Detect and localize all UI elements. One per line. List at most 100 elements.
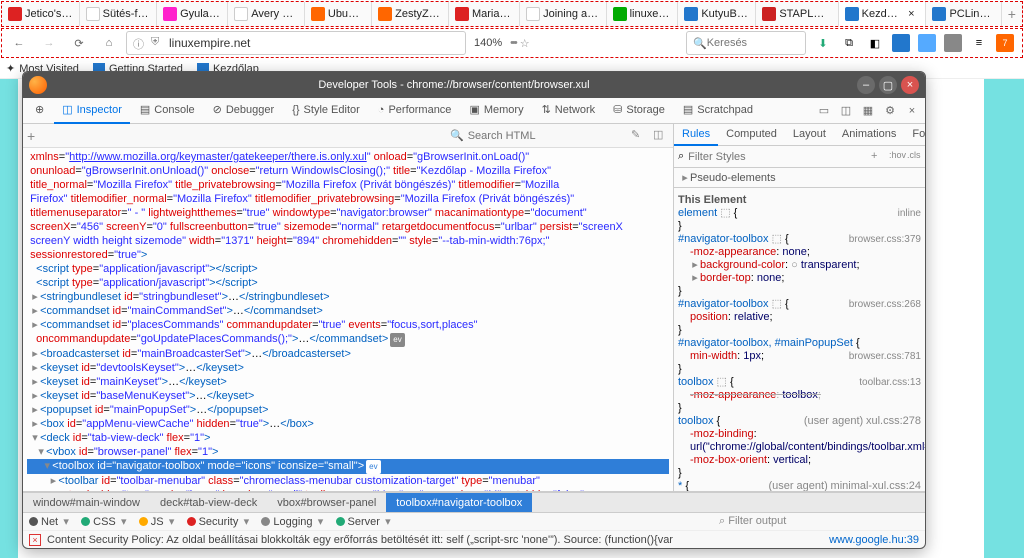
add-node-button[interactable]: + — [27, 128, 47, 144]
tab-style-editor[interactable]: {}Style Editor — [284, 98, 368, 124]
search-box[interactable]: 🔍 — [686, 31, 806, 55]
rtab-computed[interactable]: Computed — [718, 124, 785, 146]
forward-button[interactable]: → — [36, 31, 62, 55]
home-button[interactable]: ⌂ — [96, 31, 122, 55]
library-icon[interactable]: ⧉ — [840, 34, 858, 52]
bookmark-star-icon[interactable]: ☆ — [520, 37, 530, 50]
close-button[interactable]: × — [901, 76, 919, 94]
rtab-rules[interactable]: Rules — [674, 124, 718, 146]
camera-icon: ▣ — [469, 103, 479, 116]
tab-4[interactable]: Ubuntu t — [305, 2, 372, 26]
funnel-icon: ⌕ — [678, 150, 684, 163]
filter-server[interactable]: Server ▾ — [336, 515, 393, 528]
ext-count-badge[interactable]: 7 — [996, 34, 1014, 52]
new-tab-button[interactable]: + — [1002, 6, 1022, 22]
url-input[interactable] — [169, 36, 459, 50]
tab-11[interactable]: Kezdőlap× — [839, 2, 927, 26]
url-bar[interactable]: ⓘ ⛨ — [126, 31, 466, 55]
downloads-icon[interactable]: ⬇ — [814, 34, 832, 52]
hov-toggle[interactable]: :hov — [889, 150, 903, 164]
dock-icon[interactable]: ▦ — [859, 102, 877, 120]
tab-8[interactable]: linuxempi — [607, 2, 679, 26]
console-filter[interactable]: ⌕ Filter output — [719, 515, 919, 528]
pick-element-button[interactable]: ⊕ — [27, 98, 52, 124]
filter-styles-input[interactable] — [688, 151, 867, 163]
crumb-1[interactable]: deck#tab-view-deck — [150, 493, 267, 513]
tab-7[interactable]: Joining an Io — [520, 2, 606, 26]
add-rule-icon[interactable]: + — [871, 150, 885, 164]
filter-net[interactable]: Net ▾ — [29, 515, 71, 528]
close-devtools-icon[interactable]: × — [903, 102, 921, 120]
html-search-input[interactable] — [468, 130, 620, 142]
zoom-level[interactable]: 140% — [470, 37, 506, 49]
search-icon: 🔍 — [693, 37, 707, 50]
filter-logging[interactable]: Logging ▾ — [261, 515, 325, 528]
scratchpad-icon: ▤ — [683, 103, 693, 116]
back-button[interactable]: ← — [6, 31, 32, 55]
highlight-icon[interactable]: ◫ — [653, 128, 669, 144]
minimize-button[interactable]: – — [857, 76, 875, 94]
ext-icon-1[interactable] — [892, 34, 910, 52]
cls-toggle[interactable]: .cls — [907, 150, 921, 164]
braces-icon: {} — [292, 104, 299, 116]
tab-12[interactable]: PCLinuxO — [926, 2, 1001, 26]
shield-icon[interactable]: ⛨ — [151, 36, 165, 50]
tab-memory[interactable]: ▣Memory — [461, 98, 531, 124]
tab-5[interactable]: ZestyZapu — [372, 2, 449, 26]
filter-js[interactable]: JS ▾ — [139, 515, 177, 528]
settings-icon[interactable]: ⚙ — [881, 102, 899, 120]
close-icon[interactable]: × — [903, 8, 919, 20]
ext-icon-2[interactable] — [918, 34, 936, 52]
filter-css[interactable]: CSS ▾ — [81, 515, 129, 528]
crumb-3[interactable]: toolbox#navigator-toolbox — [386, 493, 532, 513]
tab-0[interactable]: Jetico's Be — [2, 2, 80, 26]
devtools-title: Developer Tools - chrome://browser/conte… — [55, 79, 853, 91]
tab-storage[interactable]: ⛁Storage — [605, 98, 673, 124]
tab-6[interactable]: Marianne — [449, 2, 520, 26]
rules-tabbar: Rules Computed Layout Animations Fonts — [674, 124, 925, 146]
html-search[interactable]: 🔍 — [445, 128, 625, 143]
sidebar-icon[interactable]: ◧ — [866, 34, 884, 52]
markup-view[interactable]: xmlns="http://www.mozilla.org/keymaster/… — [23, 148, 673, 491]
inspector-icon: ◫ — [62, 103, 72, 116]
pseudo-section[interactable]: ▸Pseudo-elements — [674, 168, 925, 188]
devtools-window: Developer Tools - chrome://browser/conte… — [22, 71, 926, 549]
console-icon: ▤ — [140, 103, 150, 116]
star-icon: ✦ — [6, 62, 15, 75]
tab-performance[interactable]: ◔Performance — [370, 98, 460, 124]
filter-security[interactable]: Security ▾ — [187, 515, 252, 528]
maximize-button[interactable]: ▢ — [879, 76, 897, 94]
tab-debugger[interactable]: ⊘Debugger — [205, 98, 283, 124]
firefox-icon — [29, 76, 47, 94]
devtools-titlebar[interactable]: Developer Tools - chrome://browser/conte… — [23, 72, 925, 98]
console-message[interactable]: Content Security Policy: Az oldal beállí… — [47, 534, 823, 546]
browser-tab-strip: Jetico's Be Sütés-főzé Gyulai ko Avery Z… — [1, 1, 1023, 27]
ext-icon-3[interactable] — [944, 34, 962, 52]
tab-1[interactable]: Sütés-főzé — [80, 2, 157, 26]
tab-2[interactable]: Gyulai ko — [157, 2, 228, 26]
crumb-0[interactable]: window#main-window — [23, 493, 150, 513]
rules-panel[interactable]: This Element element ⬚ {inline } #naviga… — [674, 188, 925, 491]
rtab-fonts[interactable]: Fonts — [904, 124, 925, 146]
tab-3[interactable]: Avery Zwe — [228, 2, 305, 26]
tab-network[interactable]: ⇅Network — [534, 98, 604, 124]
split-console: Net ▾ CSS ▾ JS ▾ Security ▾ Logging ▾ Se… — [23, 512, 925, 548]
tab-10[interactable]: STAPLE - A — [756, 2, 838, 26]
tab-9[interactable]: KutyuBazá — [678, 2, 756, 26]
reload-button[interactable]: ⟳ — [66, 31, 92, 55]
crumb-2[interactable]: vbox#browser-panel — [267, 493, 386, 513]
rtab-animations[interactable]: Animations — [834, 124, 904, 146]
console-source-link[interactable]: www.google.hu:39 — [829, 534, 919, 546]
frames-icon[interactable]: ◫ — [837, 102, 855, 120]
eyedropper-icon[interactable]: ✎ — [631, 128, 647, 144]
nav-toolbar: ← → ⟳ ⌂ ⓘ ⛨ 140% ••• ☆ 🔍 ⬇ ⧉ ◧ ≡ 7 — [1, 28, 1023, 58]
tab-inspector[interactable]: ◫Inspector — [54, 98, 130, 124]
responsive-icon[interactable]: ▭ — [815, 102, 833, 120]
reader-icon[interactable]: ••• — [510, 37, 516, 49]
menu-icon[interactable]: ≡ — [970, 34, 988, 52]
tab-console[interactable]: ▤Console — [132, 98, 203, 124]
rtab-layout[interactable]: Layout — [785, 124, 834, 146]
info-icon[interactable]: ⓘ — [133, 36, 147, 50]
network-icon: ⇅ — [542, 103, 551, 116]
tab-scratchpad[interactable]: ▤Scratchpad — [675, 98, 761, 124]
